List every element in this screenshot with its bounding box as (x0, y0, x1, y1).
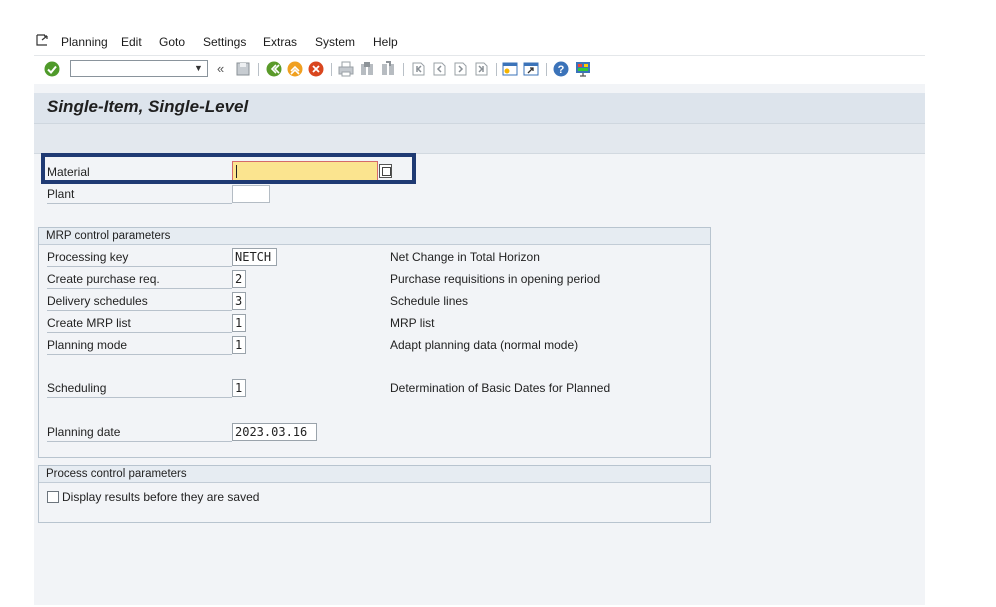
planning-mode-field[interactable]: 1 (232, 336, 246, 354)
planning-mode-label: Planning mode (47, 336, 232, 355)
previous-page-icon[interactable] (430, 60, 448, 78)
processing-key-label: Processing key (47, 248, 232, 267)
find-icon[interactable] (358, 60, 376, 78)
menu-bar: Planning Edit Goto Settings Extras Syste… (34, 30, 925, 56)
planning-date-field[interactable]: 2023.03.16 (232, 423, 317, 441)
application-toolbar (34, 124, 925, 154)
customize-layout-icon[interactable] (574, 60, 592, 78)
collapse-command-icon[interactable]: « (217, 61, 224, 76)
processing-key-desc: Net Change in Total Horizon (390, 250, 540, 264)
scheduling-label: Scheduling (47, 379, 232, 398)
cancel-icon[interactable] (307, 60, 325, 78)
command-dropdown-icon[interactable]: ▼ (194, 63, 203, 73)
menu-settings[interactable]: Settings (203, 35, 246, 49)
print-icon[interactable] (337, 60, 355, 78)
planning-date-label: Planning date (47, 423, 232, 442)
menu-extras[interactable]: Extras (263, 35, 297, 49)
processing-key-field[interactable]: NETCH (232, 248, 277, 266)
create-mrp-list-desc: MRP list (390, 316, 435, 330)
save-icon[interactable] (234, 60, 252, 78)
enter-icon[interactable] (43, 60, 61, 78)
exit-icon[interactable] (286, 60, 304, 78)
create-session-icon[interactable] (501, 60, 519, 78)
mrp-control-group: MRP control parameters Processing key NE… (38, 227, 711, 458)
title-bar: Single-Item, Single-Level (34, 93, 925, 124)
create-purchase-req-field[interactable]: 2 (232, 270, 246, 288)
svg-text:?: ? (558, 64, 565, 76)
next-page-icon[interactable] (451, 60, 469, 78)
menu-planning[interactable]: Planning (61, 35, 108, 49)
back-icon[interactable] (265, 60, 283, 78)
menu-edit[interactable]: Edit (121, 35, 142, 49)
display-results-label: Display results before they are saved (62, 490, 260, 504)
shortcut-icon[interactable] (522, 60, 540, 78)
delivery-schedules-field[interactable]: 3 (232, 292, 246, 310)
create-mrp-list-field[interactable]: 1 (232, 314, 246, 332)
command-field[interactable] (70, 60, 208, 77)
menu-help[interactable]: Help (373, 35, 398, 49)
plant-label: Plant (47, 185, 232, 204)
scheduling-field[interactable]: 1 (232, 379, 246, 397)
create-purchase-req-label: Create purchase req. (47, 270, 232, 289)
delivery-schedules-label: Delivery schedules (47, 292, 232, 311)
last-page-icon[interactable] (472, 60, 490, 78)
display-results-checkbox[interactable] (47, 491, 59, 503)
menu-icon[interactable] (35, 33, 51, 47)
planning-mode-desc: Adapt planning data (normal mode) (390, 338, 579, 352)
menu-goto[interactable]: Goto (159, 35, 185, 49)
plant-input[interactable] (232, 185, 270, 203)
delivery-schedules-desc: Schedule lines (390, 294, 469, 308)
page-title: Single-Item, Single-Level (47, 97, 249, 116)
menu-system[interactable]: System (315, 35, 355, 49)
create-mrp-list-label: Create MRP list (47, 314, 232, 333)
standard-toolbar: ▼ « ? (34, 56, 925, 84)
process-control-group: Process control parameters Display resul… (38, 465, 711, 523)
help-icon[interactable]: ? (552, 60, 570, 78)
scheduling-desc: Determination of Basic Dates for Planned (390, 381, 611, 395)
focus-highlight-frame (41, 153, 416, 184)
first-page-icon[interactable] (409, 60, 427, 78)
sap-window: Planning Edit Goto Settings Extras Syste… (34, 30, 925, 605)
find-next-icon[interactable] (379, 60, 397, 78)
create-purchase-req-desc: Purchase requisitions in opening period (390, 272, 601, 286)
mrp-control-header: MRP control parameters (39, 228, 710, 245)
process-control-header: Process control parameters (39, 466, 710, 483)
